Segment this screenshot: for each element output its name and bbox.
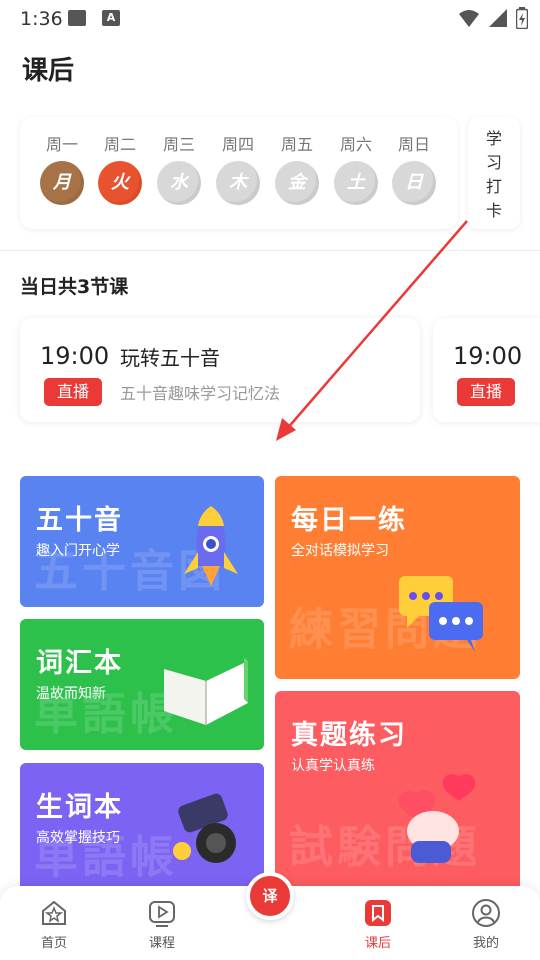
day-badge-thursday: 木 (216, 161, 260, 205)
play-icon (149, 901, 175, 927)
live-badge: 直播 (457, 378, 515, 406)
day-label: 周四 (221, 135, 254, 154)
day-badge-monday: 月 (40, 161, 84, 205)
day-label: 周三 (162, 135, 195, 154)
signal-icon (489, 9, 507, 27)
a-notification-icon: A (102, 10, 120, 26)
day-badge-friday: 金 (275, 161, 319, 205)
gojuon-tile[interactable]: 五十音図 五十音 趣入门开心学 (20, 476, 264, 607)
tile-subtitle: 全对话模拟学习 (291, 543, 389, 559)
nav-label: 课后 (364, 936, 391, 951)
nav-after-class[interactable]: 课后 (338, 898, 418, 951)
bookmark-icon (365, 900, 391, 926)
daily-practice-tile[interactable]: 練習問題 每日一练 全对话模拟学习 (275, 476, 520, 679)
day-monday[interactable]: 周一 月 (37, 131, 87, 205)
battery-icon (516, 7, 528, 29)
day-wednesday[interactable]: 周三 水 (154, 131, 204, 205)
nav-courses[interactable]: 课程 (122, 898, 202, 951)
exam-practice-tile[interactable]: 試験問題 真题练习 认真学认真练 (275, 691, 520, 893)
day-badge-tuesday: 火 (98, 161, 142, 205)
divider (0, 250, 540, 251)
day-tuesday[interactable]: 周二 火 (95, 131, 145, 205)
day-saturday[interactable]: 周六 土 (331, 131, 381, 205)
tile-title: 五十音 (36, 505, 123, 536)
tile-subtitle: 温故而知新 (36, 686, 106, 702)
home-icon (42, 900, 66, 925)
class-card[interactable]: 19:00 直播 玩转五十音 五十音趣味学习记忆法 (20, 318, 420, 422)
nav-profile[interactable]: 我的 (446, 898, 526, 951)
tile-subtitle: 高效掌握技巧 (36, 830, 120, 846)
nav-label: 首页 (40, 936, 67, 951)
live-badge: 直播 (44, 378, 102, 406)
vocabulary-tile[interactable]: 単語帳 词汇本 温故而知新 (20, 619, 264, 750)
checkin-char: 卡 (485, 201, 502, 220)
day-label: 周一 (45, 135, 78, 154)
tile-title: 每日一练 (291, 505, 407, 536)
nav-label: 课程 (148, 936, 175, 951)
day-badge-wednesday: 水 (157, 161, 201, 205)
weekly-attendance-panel: 周一 月 周二 火 周三 水 周四 木 周五 金 周六 土 周日 日 (20, 117, 458, 229)
class-description: 五十音趣味学习记忆法 (120, 384, 281, 403)
image-notification-icon (68, 10, 86, 26)
heart-hand-icon (398, 774, 476, 863)
user-icon (472, 899, 500, 927)
tile-subtitle: 认真学认真练 (291, 758, 375, 774)
checkin-char: 习 (485, 153, 502, 172)
day-friday[interactable]: 周五 金 (272, 131, 322, 205)
day-badge-saturday: 土 (334, 161, 378, 205)
class-time: 19:00 (453, 342, 523, 370)
checkin-char: 学 (485, 129, 502, 148)
day-thursday[interactable]: 周四 木 (213, 131, 263, 205)
page-title: 课后 (22, 56, 75, 86)
chat-bubbles-icon (399, 576, 483, 652)
cannon-icon (173, 793, 236, 863)
wifi-icon (459, 10, 479, 27)
day-label: 周二 (103, 135, 136, 154)
nav-label: 我的 (472, 936, 499, 951)
study-checkin-button[interactable]: 学 习 打 卡 (468, 117, 520, 229)
tile-title: 词汇本 (36, 648, 123, 679)
checkin-char: 打 (485, 177, 502, 196)
translate-fab-button[interactable]: 译 (246, 872, 294, 920)
status-bar: 1:36 A (0, 0, 540, 36)
class-count-title: 当日共3节课 (20, 276, 129, 298)
nav-home[interactable]: 首页 (14, 898, 94, 951)
day-badge-sunday: 日 (392, 161, 436, 205)
class-card[interactable]: 19:00 直播 (433, 318, 540, 422)
tile-title: 生词本 (36, 792, 123, 823)
tile-title: 真题练习 (291, 720, 407, 751)
tile-subtitle: 趣入门开心学 (36, 543, 120, 559)
day-label: 周六 (339, 135, 372, 154)
day-label: 周日 (397, 135, 430, 154)
book-icon (164, 657, 248, 725)
class-name: 玩转五十音 (120, 346, 220, 370)
status-time: 1:36 (20, 8, 63, 30)
class-time: 19:00 (40, 342, 110, 370)
day-label: 周五 (280, 135, 313, 154)
rocket-icon (184, 506, 238, 586)
new-words-tile[interactable]: 単語帳 生词本 高效掌握技巧 (20, 763, 264, 893)
day-sunday[interactable]: 周日 日 (389, 131, 439, 205)
